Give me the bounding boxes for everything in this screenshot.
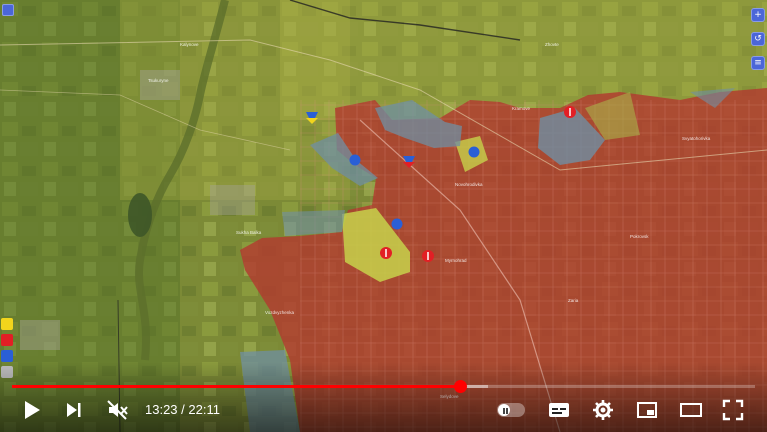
- next-button[interactable]: [64, 398, 84, 422]
- time-display: 13:23 / 22:11: [145, 402, 220, 417]
- subtitles-icon: [549, 403, 569, 417]
- legend-contested-chip: [1, 318, 13, 330]
- blue-marker-3: [391, 218, 403, 230]
- svg-text:Vozdvyzhenka: Vozdvyzhenka: [265, 310, 295, 315]
- layers-button[interactable]: ≡: [751, 56, 765, 70]
- svg-text:Pokrovsk: Pokrovsk: [630, 234, 649, 239]
- theater-icon: [680, 403, 702, 417]
- svg-text:Kalynove: Kalynove: [180, 42, 199, 47]
- fullscreen-icon: [722, 399, 744, 421]
- map-menu-button[interactable]: [2, 4, 14, 16]
- blue-marker-2: [468, 146, 480, 158]
- next-icon: [67, 403, 81, 417]
- play-button[interactable]: [22, 398, 42, 422]
- play-icon: [25, 401, 40, 419]
- svg-text:Sukha Balka: Sukha Balka: [236, 230, 262, 235]
- time-separator: /: [181, 402, 185, 417]
- zoom-in-button[interactable]: +: [751, 8, 765, 22]
- mute-button[interactable]: [106, 398, 128, 422]
- pause-icon: [503, 408, 505, 414]
- progress-bar[interactable]: [12, 380, 755, 393]
- svg-text:Zaria: Zaria: [568, 298, 579, 303]
- red-marker-2: [380, 247, 392, 259]
- legend-occupied-chip: [1, 334, 13, 346]
- gear-icon: [593, 400, 613, 420]
- red-marker-3: [422, 250, 434, 262]
- autoplay-toggle[interactable]: [497, 403, 525, 417]
- svg-text:Zhovte: Zhovte: [545, 42, 559, 47]
- blue-marker-1: [349, 154, 361, 166]
- svg-text:Kramove: Kramove: [512, 106, 531, 111]
- subtitles-button[interactable]: [548, 398, 570, 422]
- scrubber-handle[interactable]: [454, 380, 468, 393]
- svg-text:Tsukuryne: Tsukuryne: [148, 78, 169, 83]
- miniplayer-icon: [637, 402, 657, 418]
- theater-mode-button[interactable]: [680, 398, 702, 422]
- fullscreen-button[interactable]: [722, 398, 744, 422]
- legend-ukraine-chip: [1, 350, 13, 362]
- settings-button[interactable]: [592, 398, 614, 422]
- svg-text:Myrnohrad: Myrnohrad: [445, 258, 467, 263]
- svg-text:Novohrodivka: Novohrodivka: [455, 182, 483, 187]
- red-marker-1: [564, 106, 576, 118]
- progress-played: [12, 385, 461, 388]
- map-tools: + ↺ ≡: [751, 8, 765, 70]
- miniplayer-button[interactable]: [636, 398, 658, 422]
- time-total: 22:11: [188, 402, 220, 417]
- toggle-knob: [498, 404, 510, 416]
- rotate-button[interactable]: ↺: [751, 32, 765, 46]
- time-current: 13:23: [145, 402, 178, 417]
- volume-muted-icon: [107, 400, 128, 420]
- svg-text:Svyatohorivka: Svyatohorivka: [682, 136, 711, 141]
- video-player[interactable]: Kalynove Tsukuryne Kramove Zhovte Svyato…: [0, 0, 767, 432]
